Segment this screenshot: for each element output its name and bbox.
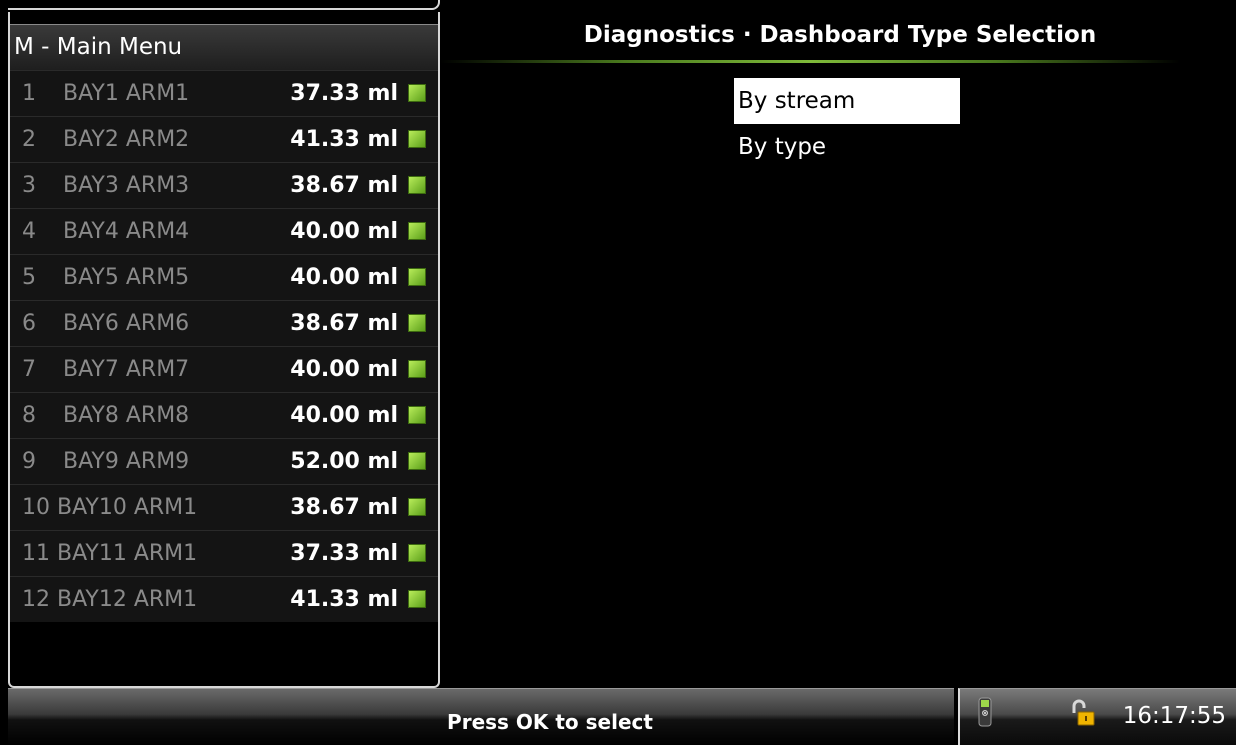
status-led-icon (408, 84, 426, 102)
status-led-icon (408, 452, 426, 470)
status-led-icon (408, 268, 426, 286)
bay-name: 10 BAY10 ARM1 (22, 495, 198, 520)
option-by-stream[interactable]: By stream (734, 78, 960, 124)
bay-volume: 52.00 ml (290, 449, 398, 474)
bay-volume: 40.00 ml (290, 265, 398, 290)
bay-name: BAY9 ARM9 (63, 449, 190, 474)
bay-row[interactable]: 11 BAY11 ARM1 37.33 ml (10, 530, 438, 576)
bay-row[interactable]: 8 BAY8 ARM8 40.00 ml (10, 392, 438, 438)
bay-row[interactable]: 5 BAY5 ARM5 40.00 ml (10, 254, 438, 300)
bay-name: BAY7 ARM7 (63, 357, 190, 382)
bay-row[interactable]: 10 BAY10 ARM1 38.67 ml (10, 484, 438, 530)
page-title: Diagnostics · Dashboard Type Selection (583, 22, 1097, 48)
main-menu-label: M - Main Menu (14, 34, 183, 60)
bay-index: 4 (22, 219, 36, 244)
status-tray: 16:17:55 (958, 688, 1236, 745)
status-led-icon (408, 360, 426, 378)
bay-name: BAY2 ARM2 (63, 127, 190, 152)
status-led-icon (408, 176, 426, 194)
bay-index: 5 (22, 265, 36, 290)
bay-index: 6 (22, 311, 36, 336)
bay-index: 9 (22, 449, 36, 474)
bay-volume: 37.33 ml (290, 541, 398, 566)
bay-volume: 40.00 ml (290, 403, 398, 428)
bay-name: BAY4 ARM4 (63, 219, 190, 244)
bay-index: 7 (22, 357, 36, 382)
status-bar: Press OK to select 16:17:55 (0, 688, 1236, 745)
unlocked-padlock-icon (1068, 699, 1096, 731)
bay-list-panel: M - Main Menu 1 BAY1 ARM1 37.33 ml 2 BAY… (8, 0, 440, 688)
bay-volume: 40.00 ml (290, 219, 398, 244)
option-label: By stream (738, 88, 856, 114)
status-led-icon (408, 130, 426, 148)
bay-volume: 38.67 ml (290, 173, 398, 198)
bay-name: BAY8 ARM8 (63, 403, 190, 428)
bay-row[interactable]: 2 BAY2 ARM2 41.33 ml (10, 116, 438, 162)
handheld-device-icon (978, 697, 992, 731)
bay-row[interactable]: 6 BAY6 ARM6 38.67 ml (10, 300, 438, 346)
bay-index: 8 (22, 403, 36, 428)
bay-name: BAY1 ARM1 (63, 81, 190, 106)
bay-volume: 38.67 ml (290, 495, 398, 520)
bay-volume: 40.00 ml (290, 357, 398, 382)
bay-row[interactable]: 9 BAY9 ARM9 52.00 ml (10, 438, 438, 484)
status-led-icon (408, 544, 426, 562)
status-led-icon (408, 498, 426, 516)
bay-name: BAY5 ARM5 (63, 265, 190, 290)
clock: 16:17:55 (1122, 703, 1226, 729)
option-label: By type (738, 134, 827, 160)
status-led-icon (408, 314, 426, 332)
status-led-icon (408, 406, 426, 424)
status-message: Press OK to select (447, 710, 653, 734)
bay-index: 2 (22, 127, 36, 152)
bay-row[interactable]: 3 BAY3 ARM3 38.67 ml (10, 162, 438, 208)
bay-row[interactable]: 4 BAY4 ARM4 40.00 ml (10, 208, 438, 254)
status-led-icon (408, 222, 426, 240)
main-menu-button[interactable]: M - Main Menu (10, 24, 438, 70)
bay-name: 12 BAY12 ARM1 (22, 587, 198, 612)
bay-volume: 41.33 ml (290, 587, 398, 612)
bay-name: BAY6 ARM6 (63, 311, 190, 336)
bay-name: BAY3 ARM3 (63, 173, 190, 198)
option-by-type[interactable]: By type (734, 124, 960, 170)
bay-index: 1 (22, 81, 36, 106)
bay-name: 11 BAY11 ARM1 (22, 541, 198, 566)
bay-row[interactable]: 12 BAY12 ARM1 41.33 ml (10, 576, 438, 622)
bay-row[interactable]: 7 BAY7 ARM7 40.00 ml (10, 346, 438, 392)
status-led-icon (408, 590, 426, 608)
bay-volume: 37.33 ml (290, 81, 398, 106)
bay-volume: 38.67 ml (290, 311, 398, 336)
bay-row[interactable]: 1 BAY1 ARM1 37.33 ml (10, 70, 438, 116)
bay-volume: 41.33 ml (290, 127, 398, 152)
bay-index: 3 (22, 173, 36, 198)
title-divider (440, 60, 1180, 63)
